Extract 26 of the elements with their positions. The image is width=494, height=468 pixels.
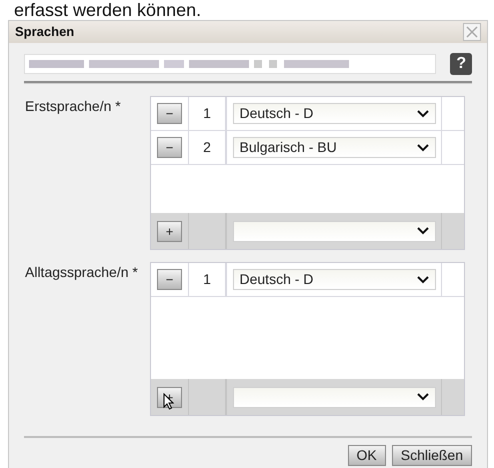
help-button[interactable]: ? [450,53,472,75]
language-select[interactable] [232,386,436,408]
remove-button[interactable]: − [157,103,182,124]
window-title: Sprachen [15,23,74,42]
mouse-pointer-icon [163,393,174,410]
chevron-down-icon [416,227,428,235]
close-button[interactable]: Schließen [392,445,472,466]
language-select[interactable] [232,220,436,242]
chevron-down-icon [416,393,428,401]
add-button[interactable]: + [157,220,182,242]
language-select[interactable]: Bulgarisch - BU [232,137,436,158]
background-heading: erfasst werden können. [13,0,202,20]
section-label: Erstsprache/n * [24,97,122,116]
ok-button[interactable]: OK [348,445,386,466]
language-select[interactable]: Deutsch - D [232,103,436,124]
row-number: 1 [203,104,211,123]
remove-button[interactable]: − [157,269,182,290]
row-number: 1 [203,270,211,289]
remove-button[interactable]: − [157,137,182,158]
chevron-down-icon [416,144,428,152]
close-icon[interactable] [463,23,481,41]
row-number: 2 [203,138,211,157]
chevron-down-icon [416,276,428,284]
language-select[interactable]: Deutsch - D [232,269,436,290]
chevron-down-icon [416,110,428,118]
section-label: Alltagssprache/n * [24,263,139,282]
